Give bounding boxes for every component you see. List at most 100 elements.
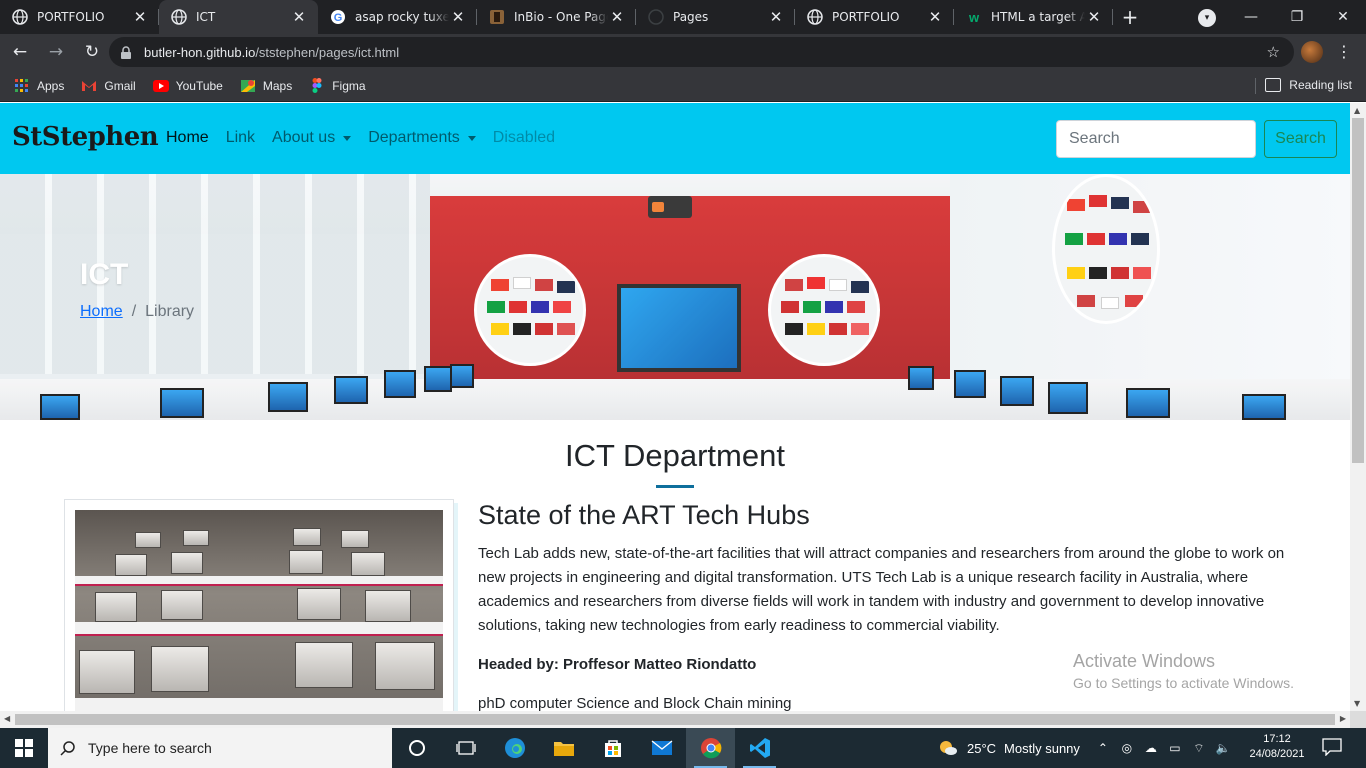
wifi-icon[interactable]: ⌔ — [1188, 741, 1210, 756]
bookmark-label: Maps — [262, 78, 293, 93]
search-icon — [60, 741, 75, 756]
computer-lab-photo — [75, 510, 443, 711]
reading-list-button[interactable]: Reading list — [1265, 78, 1352, 92]
breadcrumb-home-link[interactable]: Home — [80, 303, 123, 321]
lock-icon[interactable] — [119, 45, 133, 59]
forward-icon[interactable]: → — [40, 36, 72, 68]
cortana-icon[interactable] — [392, 728, 441, 768]
tab-pages[interactable]: Pages ✕ — [636, 0, 795, 34]
onedrive-icon[interactable]: ☁ — [1140, 741, 1162, 755]
scroll-up-icon[interactable]: ▲ — [1354, 106, 1360, 115]
weather-widget[interactable]: 25°C Mostly sunny — [938, 740, 1080, 756]
vertical-scroll-thumb[interactable] — [1352, 118, 1364, 463]
nav-about-dropdown[interactable]: About us — [272, 129, 352, 147]
youtube-icon — [152, 78, 169, 94]
minimize-button[interactable]: — — [1228, 9, 1274, 25]
breadcrumb: Home / Library — [80, 303, 194, 321]
notification-icon[interactable] — [1322, 738, 1342, 756]
scroll-down-icon[interactable]: ▼ — [1354, 699, 1360, 708]
tab-title: HTML a target At — [991, 10, 1085, 24]
bookmark-label: Figma — [332, 78, 366, 93]
chevron-up-icon[interactable]: ⌃ — [1092, 741, 1114, 755]
bookmark-star-icon[interactable]: ☆ — [1267, 43, 1280, 61]
chrome-icon[interactable] — [686, 728, 735, 768]
nav-link[interactable]: Link — [226, 129, 255, 147]
heading-underline — [656, 485, 694, 488]
bookmark-label: Gmail — [104, 78, 136, 93]
store-icon[interactable] — [588, 728, 637, 768]
w3-icon: w — [966, 9, 982, 25]
tab-title: PORTFOLIO — [832, 10, 900, 24]
horizontal-scrollbar[interactable]: ◀ ▶ — [0, 711, 1350, 728]
section-paragraph: Tech Lab adds new, state-of-the-art faci… — [478, 545, 1285, 634]
head-qualification: phD computer Science and Block Chain min… — [478, 695, 792, 711]
site-navbar: StStephen Home Link About us Departments… — [0, 103, 1350, 174]
bookmark-youtube[interactable]: YouTube — [152, 78, 223, 94]
menu-kebab-icon[interactable]: ⋮ — [1336, 42, 1352, 62]
windows-logo-icon — [15, 739, 33, 757]
tab-title: Pages — [673, 10, 709, 24]
taskbar-clock[interactable]: 17:12 24/08/2021 — [1248, 732, 1306, 762]
nav-links: Home Link About us Departments Disabled — [166, 129, 572, 147]
close-tab-icon[interactable]: ✕ — [926, 8, 944, 26]
horizontal-scroll-thumb[interactable] — [15, 714, 1335, 725]
close-tab-icon[interactable]: ✕ — [767, 8, 785, 26]
bookmark-gmail[interactable]: Gmail — [81, 78, 136, 94]
tab-asap-rocky[interactable]: G asap rocky tuxedo ✕ — [318, 0, 477, 34]
tab-search-icon[interactable]: ▾ — [1198, 9, 1216, 27]
vertical-scrollbar[interactable]: ▲ ▼ — [1350, 103, 1366, 711]
bookmarks-bar: Apps Gmail YouTube Maps Figma Reading li… — [0, 70, 1366, 102]
profile-avatar[interactable] — [1301, 41, 1323, 63]
close-tab-icon[interactable]: ✕ — [131, 8, 149, 26]
github-icon — [648, 9, 664, 25]
site-search-input[interactable]: Search — [1056, 120, 1256, 158]
reload-icon[interactable]: ↻ — [76, 36, 108, 68]
start-button[interactable] — [0, 728, 48, 768]
nav-departments-dropdown[interactable]: Departments — [368, 129, 476, 147]
close-tab-icon[interactable]: ✕ — [290, 8, 308, 26]
edge-icon[interactable] — [490, 728, 539, 768]
tab-portfolio-2[interactable]: PORTFOLIO ✕ — [795, 0, 954, 34]
bookmark-label: YouTube — [175, 78, 223, 93]
bookmark-maps[interactable]: Maps — [240, 78, 292, 94]
tab-inbio[interactable]: InBio - One Page ✕ — [477, 0, 636, 34]
close-tab-icon[interactable]: ✕ — [608, 8, 626, 26]
new-tab-button[interactable]: + — [1113, 0, 1147, 34]
bookmark-figma[interactable]: Figma — [309, 78, 366, 94]
clock-date: 24/08/2021 — [1249, 748, 1305, 760]
taskbar-search-input[interactable]: Type here to search — [48, 728, 392, 768]
tab-title: InBio - One Page — [514, 10, 608, 24]
mail-icon[interactable] — [637, 728, 686, 768]
tab-strip: PORTFOLIO ✕ ICT ✕ G asap rocky tuxedo ✕ … — [0, 0, 1366, 34]
tab-portfolio-1[interactable]: PORTFOLIO ✕ — [0, 0, 159, 34]
file-explorer-icon[interactable] — [539, 728, 588, 768]
tab-ict[interactable]: ICT ✕ — [159, 0, 318, 34]
url-text: butler-hon.github.io/ststephen/pages/ict… — [144, 45, 399, 60]
battery-icon[interactable]: ▭ — [1164, 741, 1186, 755]
globe-icon — [12, 9, 28, 25]
back-icon[interactable]: ← — [4, 36, 36, 68]
vscode-icon[interactable] — [735, 728, 784, 768]
location-icon[interactable]: ◎ — [1116, 741, 1138, 755]
nav-home[interactable]: Home — [166, 129, 209, 147]
site-search-button[interactable]: Search — [1264, 120, 1337, 158]
close-window-button[interactable]: ✕ — [1320, 9, 1366, 25]
volume-mute-icon[interactable]: 🔈 — [1212, 741, 1234, 755]
close-tab-icon[interactable]: ✕ — [449, 8, 467, 26]
scroll-left-icon[interactable]: ◀ — [4, 714, 10, 723]
weather-text: Mostly sunny — [1004, 740, 1080, 756]
bookmark-label: Apps — [37, 78, 65, 93]
svg-text:w: w — [968, 10, 980, 25]
task-view-icon[interactable] — [441, 728, 490, 768]
restore-button[interactable]: ❐ — [1274, 9, 1320, 25]
tab-title: PORTFOLIO — [37, 10, 105, 24]
apps-grid-icon — [14, 78, 30, 94]
tab-html-target[interactable]: w HTML a target At ✕ — [954, 0, 1113, 34]
close-tab-icon[interactable]: ✕ — [1085, 8, 1103, 26]
taskbar-search-placeholder: Type here to search — [88, 740, 212, 756]
scroll-right-icon[interactable]: ▶ — [1340, 714, 1346, 723]
address-bar[interactable]: butler-hon.github.io/ststephen/pages/ict… — [109, 37, 1294, 67]
bookmark-apps[interactable]: Apps — [14, 78, 64, 94]
site-brand[interactable]: StStephen — [12, 122, 159, 152]
bookmarks-divider — [1255, 78, 1256, 94]
